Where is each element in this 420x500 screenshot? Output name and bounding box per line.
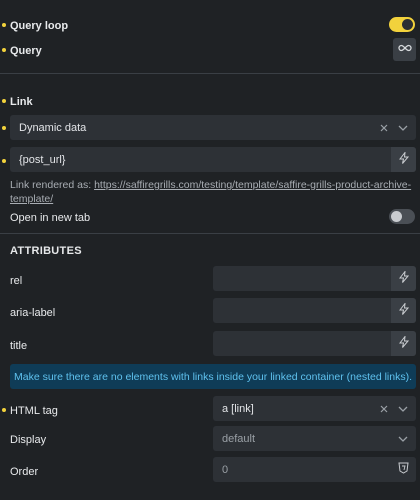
- modified-dot: [2, 99, 6, 103]
- modified-dot: [2, 126, 6, 130]
- html-tag-value: a [link]: [222, 403, 254, 415]
- display-select[interactable]: default: [213, 426, 416, 451]
- aria-label-input[interactable]: [213, 298, 416, 323]
- link-label: Link: [10, 96, 33, 108]
- bolt-icon: [398, 334, 409, 351]
- dynamic-data-button[interactable]: [391, 266, 416, 291]
- modified-dot: [2, 408, 6, 412]
- title-input[interactable]: [213, 331, 416, 356]
- modified-dot: [2, 23, 6, 27]
- dynamic-data-button[interactable]: [391, 298, 416, 323]
- modified-dot: [2, 159, 6, 163]
- link-type-select[interactable]: Dynamic data: [10, 115, 416, 140]
- rel-input[interactable]: [213, 266, 416, 291]
- order-input[interactable]: 0: [213, 457, 416, 482]
- chevron-down-icon: [396, 426, 410, 451]
- dynamic-data-button[interactable]: [391, 147, 416, 172]
- link-rendered-note: Link rendered as: https://saffiregrills.…: [10, 178, 420, 206]
- bolt-icon: [398, 269, 409, 286]
- order-label: Order: [10, 466, 39, 478]
- infinity-icon: [397, 43, 412, 56]
- chevron-down-icon: [396, 115, 410, 140]
- modified-dot: [2, 48, 6, 52]
- query-loop-toggle[interactable]: [389, 17, 415, 32]
- display-value: default: [222, 433, 256, 445]
- link-type-value: Dynamic data: [19, 122, 87, 134]
- section-divider: [0, 233, 420, 234]
- css-var-button[interactable]: [391, 457, 416, 482]
- html-tag-select[interactable]: a [link]: [213, 396, 416, 421]
- link-rendered-prefix: Link rendered as:: [10, 179, 92, 191]
- order-value: 0: [222, 464, 229, 476]
- bolt-icon: [398, 301, 409, 318]
- query-label: Query: [10, 45, 42, 57]
- nested-links-notice: Make sure there are no elements with lin…: [10, 364, 416, 389]
- display-label: Display: [10, 434, 47, 446]
- open-new-tab-toggle[interactable]: [389, 209, 415, 224]
- link-url-value: {post_url}: [19, 154, 66, 166]
- open-new-tab-label: Open in new tab: [10, 212, 91, 224]
- aria-label-label: aria-label: [10, 307, 56, 319]
- dynamic-data-button[interactable]: [391, 331, 416, 356]
- bolt-icon: [398, 150, 409, 167]
- link-url-input[interactable]: {post_url}: [10, 147, 416, 172]
- html-tag-label: HTML tag: [10, 405, 58, 417]
- query-settings-button[interactable]: [393, 38, 416, 61]
- title-label: title: [10, 340, 28, 352]
- attributes-heading: ATTRIBUTES: [10, 245, 82, 257]
- section-divider: [0, 73, 420, 74]
- clear-icon[interactable]: [377, 396, 391, 421]
- query-loop-label: Query loop: [10, 20, 69, 32]
- shield-icon: [398, 462, 409, 477]
- rel-label: rel: [10, 275, 23, 287]
- chevron-down-icon: [396, 396, 410, 421]
- clear-icon[interactable]: [377, 115, 391, 140]
